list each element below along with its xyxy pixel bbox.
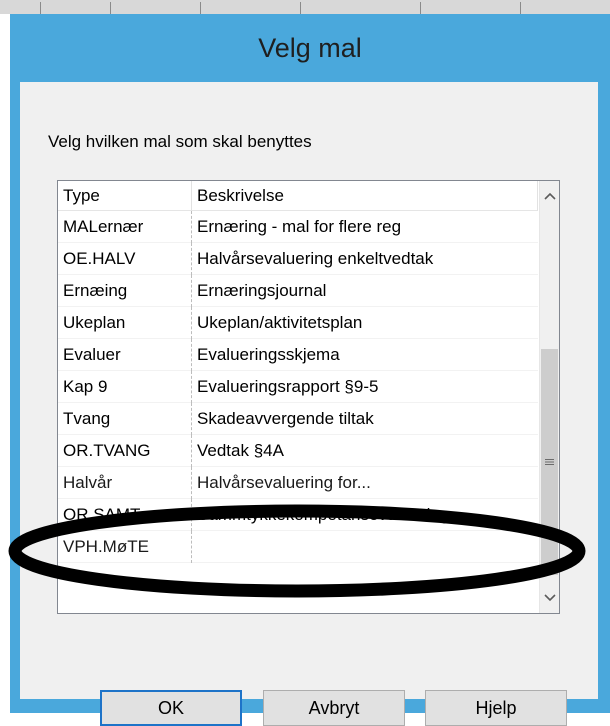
row-description: Ernæring - mal for flere reg [197,217,402,236]
row-type: Evaluer [58,339,192,371]
dialog-title[interactable]: Velg mal [10,14,610,82]
ok-button[interactable]: OK [100,690,242,726]
toolbar-separator [520,2,521,14]
row-description [192,531,538,563]
list-row[interactable]: Ukeplan Ukeplan/aktivitetsplan [58,307,538,339]
list-row[interactable]: OR.TVANG Vedtak §4A [58,435,538,467]
row-type: Ernæing [58,275,192,307]
dialog-prompt: Velg hvilken mal som skal benyttes [48,132,312,151]
chevron-up-icon[interactable] [540,181,560,211]
row-description: Evalueringsskjema [197,345,340,364]
row-description: Ukeplan/aktivitetsplan [197,313,363,332]
row-description: Halvårsevaluering enkeltvedtak [197,249,434,268]
row-type: OR.SAMT [58,499,192,531]
list-row[interactable]: VPH.MøTE [58,531,538,563]
row-description: Sammtykkekompetansevurdering [197,505,450,524]
column-header-description[interactable]: Beskrivelse [192,181,538,211]
list-row[interactable]: Tvang Skadeavvergende tiltak [58,403,538,435]
list-row[interactable]: Kap 9 Evalueringsrapport §9-5 [58,371,538,403]
grip-icon [545,459,554,465]
background-app-toolbar [0,0,610,14]
list-row-highlighted[interactable]: OR.SAMT Sammtykkekompetansevurdering [58,499,538,531]
background-margin [0,14,10,713]
row-type: VPH.MøTE [58,531,192,563]
toolbar-separator [300,2,301,14]
row-type: Ukeplan [58,307,192,339]
row-description: Halvårsevaluering for... [197,473,371,492]
row-type: Kap 9 [58,371,192,403]
row-type: Tvang [58,403,192,435]
row-type: OR.TVANG [58,435,192,467]
row-type: MALernær [58,211,192,243]
row-description: Vedtak §4A [197,441,284,460]
list-row[interactable]: Evaluer Evalueringsskjema [58,339,538,371]
column-header-type[interactable]: Type [58,181,192,211]
template-list[interactable]: Type Beskrivelse MALernær Ernæring - mal… [57,180,560,614]
list-row[interactable]: Halvår Halvårsevaluering for... [58,467,538,499]
chevron-down-icon[interactable] [540,583,560,613]
cancel-button[interactable]: Avbryt [263,690,405,726]
list-row[interactable]: Ernæing Ernæringsjournal [58,275,538,307]
list-header: Type Beskrivelse [58,181,538,211]
row-type: OE.HALV [58,243,192,275]
toolbar-separator [40,2,41,14]
toolbar-separator [200,2,201,14]
list-row[interactable]: MALernær Ernæring - mal for flere reg [58,211,538,243]
list-row[interactable]: OE.HALV Halvårsevaluering enkeltvedtak [58,243,538,275]
row-type: Halvår [58,467,192,499]
list-rows: MALernær Ernæring - mal for flere reg OE… [58,211,538,613]
help-button[interactable]: Hjelp [425,690,567,726]
vertical-scrollbar[interactable] [539,181,559,613]
template-dialog: Velg mal Velg hvilken mal som skal benyt… [10,14,610,726]
toolbar-separator [110,2,111,14]
scrollbar-thumb[interactable] [541,349,558,575]
row-description: Evalueringsrapport §9-5 [197,377,379,396]
dialog-body: Velg hvilken mal som skal benyttes Type … [20,82,598,726]
toolbar-separator [420,2,421,14]
row-description: Skadeavvergende tiltak [197,409,374,428]
row-description: Ernæringsjournal [197,281,327,300]
